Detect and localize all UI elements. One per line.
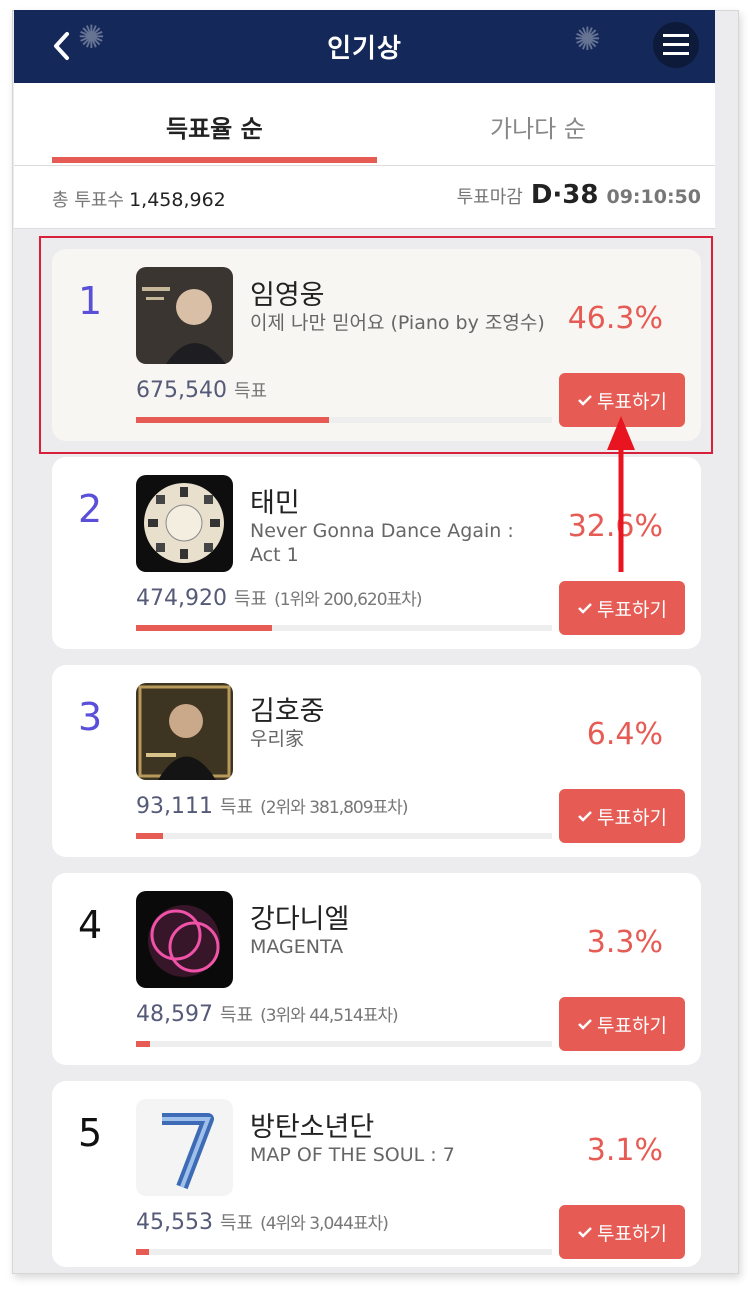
song-title: MAP OF THE SOUL : 7 — [250, 1144, 455, 1166]
dday-counter: D·38 — [530, 180, 599, 210]
rank-number: 3 — [78, 695, 103, 739]
vote-percent: 46.3% — [567, 301, 663, 336]
vote-share-bar — [136, 625, 552, 631]
album-cover — [136, 267, 233, 364]
vote-share-fill — [136, 625, 272, 631]
total-votes: 총 투표수 1,458,962 — [52, 186, 226, 212]
vote-gap: (4위와 3,044표차) — [260, 1214, 389, 1234]
vote-percent: 3.1% — [586, 1133, 663, 1168]
countdown-time: 09:10:50 — [606, 186, 701, 208]
artist-name: 김호중 — [250, 696, 325, 727]
vote-share-fill — [136, 417, 329, 423]
vote-count: 48,597 득표 (3위와 44,514표차) — [136, 1001, 399, 1027]
vote-count-value: 45,553 — [136, 1210, 213, 1235]
vote-gap: (1위와 200,620표차) — [274, 590, 422, 610]
rank-number: 1 — [78, 279, 103, 323]
check-icon — [578, 1019, 592, 1030]
active-tab-indicator — [52, 157, 377, 163]
vote-summary: 총 투표수 1,458,962 투표마감 D·38 09:10:50 — [14, 166, 715, 229]
artist-name: 임영웅 — [250, 280, 325, 311]
vote-button-label: 투표하기 — [597, 390, 667, 413]
check-icon — [578, 395, 592, 406]
vote-share-fill — [136, 1041, 150, 1047]
app-header: ✺ ✺ 인기상 — [14, 10, 715, 83]
vote-unit: 득표 — [219, 1213, 254, 1234]
vote-share-bar — [136, 1249, 552, 1255]
vote-count-value: 474,920 — [136, 586, 227, 611]
vote-unit: 득표 — [219, 797, 254, 818]
vote-unit: 득표 — [233, 381, 268, 402]
vote-button[interactable]: 투표하기 — [559, 581, 685, 635]
menu-button[interactable] — [653, 22, 699, 68]
vote-share-bar — [136, 1041, 552, 1047]
vote-button-label: 투표하기 — [597, 806, 667, 829]
rank-number: 2 — [78, 487, 103, 531]
rank-number: 4 — [78, 903, 103, 947]
list-item: 1 임영웅 이제 나만 믿어요 (Piano by 조영수) 46.3% 675… — [52, 249, 701, 441]
song-title: MAGENTA — [250, 936, 344, 958]
song-title: 이제 나만 믿어요 (Piano by 조영수) — [250, 312, 545, 334]
album-cover — [136, 683, 233, 780]
vote-deadline: 투표마감 D·38 09:10:50 — [457, 180, 701, 210]
vote-unit: 득표 — [233, 589, 268, 610]
vote-gap: (3위와 44,514표차) — [260, 1006, 399, 1026]
vote-gap: (2위와 381,809표차) — [260, 798, 408, 818]
vote-count: 474,920 득표 (1위와 200,620표차) — [136, 585, 422, 611]
vote-count: 93,111 득표 (2위와 381,809표차) — [136, 793, 408, 819]
album-cover — [136, 475, 233, 572]
vote-percent: 6.4% — [586, 717, 663, 752]
vote-count-value: 675,540 — [136, 378, 227, 403]
song-title: 우리家 — [250, 728, 304, 750]
check-icon — [578, 1227, 592, 1238]
album-cover — [136, 891, 233, 988]
vote-button-label: 투표하기 — [597, 1222, 667, 1245]
vote-button[interactable]: 투표하기 — [559, 997, 685, 1051]
check-icon — [578, 811, 592, 822]
page-title: 인기상 — [327, 34, 402, 64]
vote-share-bar — [136, 417, 552, 423]
arrow-up-icon — [607, 416, 635, 572]
hamburger-menu-icon — [663, 34, 689, 55]
vote-count: 45,553 득표 (4위와 3,044표차) — [136, 1209, 389, 1235]
vote-button[interactable]: 투표하기 — [559, 789, 685, 843]
vote-percent: 3.3% — [586, 925, 663, 960]
vote-share-fill — [136, 1249, 149, 1255]
deadline-label: 투표마감 — [456, 187, 523, 208]
total-votes-label: 총 투표수 — [52, 190, 124, 211]
tab-alphabetical[interactable]: 가나다 순 — [490, 109, 586, 144]
rank-number: 5 — [78, 1111, 103, 1155]
vote-button[interactable]: 투표하기 — [559, 1205, 685, 1259]
list-item: 4 강다니엘 MAGENTA 3.3% 48,597 득표 (3위와 44,51… — [52, 873, 701, 1065]
vote-unit: 득표 — [219, 1005, 254, 1026]
vote-button-label: 투표하기 — [597, 1014, 667, 1037]
vote-count: 675,540 득표 — [136, 377, 267, 403]
list-item: 3 김호중 우리家 6.4% 93,111 득표 (2위와 381,809표차)… — [52, 665, 701, 857]
artist-name: 태민 — [250, 488, 300, 519]
total-votes-value: 1,458,962 — [129, 189, 226, 211]
vote-share-fill — [136, 833, 163, 839]
tab-vote-rate[interactable]: 득표율 순 — [166, 109, 263, 144]
vote-count-value: 48,597 — [136, 1002, 213, 1027]
vote-share-bar — [136, 833, 552, 839]
sort-tabs: 득표율 순 가나다 순 — [14, 83, 715, 166]
album-cover — [136, 1099, 233, 1196]
artist-name: 강다니엘 — [250, 904, 350, 935]
list-item: 5 방탄소년단 MAP OF THE SOUL : 7 3.1% 45,553 … — [52, 1081, 701, 1267]
vote-count-value: 93,111 — [136, 794, 213, 819]
song-title: Never Gonna Dance Again : Act 1 — [250, 520, 514, 566]
vote-button-label: 투표하기 — [597, 598, 667, 621]
check-icon — [578, 603, 592, 614]
artist-name: 방탄소년단 — [250, 1112, 375, 1143]
